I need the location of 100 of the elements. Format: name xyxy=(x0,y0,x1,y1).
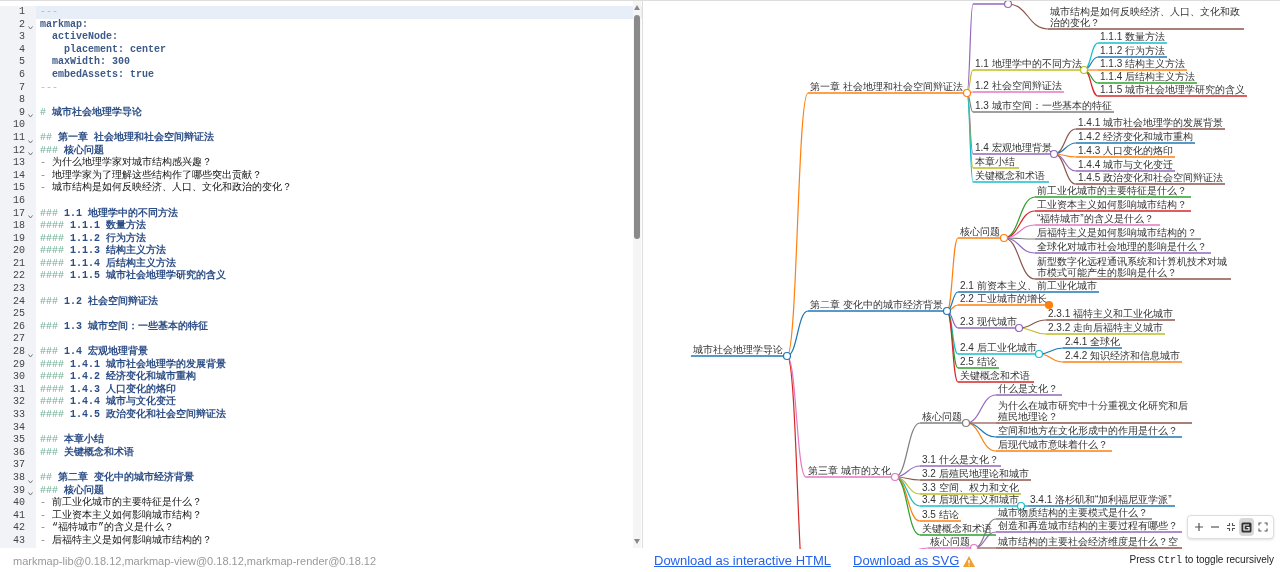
line-number: 42 xyxy=(12,522,25,535)
line-number: 25 xyxy=(12,308,25,321)
map-node[interactable]: 2.2 工业城市的增长 xyxy=(960,293,1047,304)
line-number: 26 xyxy=(12,320,25,334)
map-node[interactable]: 城市物质结构的主要模式是什么？ xyxy=(998,507,1148,518)
line-number: 9 xyxy=(18,106,25,120)
code-line: #### 1.1.3 结构主义方法 xyxy=(40,245,167,257)
map-node[interactable]: “福特城市”的含义是什么？ xyxy=(1037,213,1154,224)
code-line: - 后福特主义是如何影响城市结构的？ xyxy=(40,534,212,546)
line-number: 10 xyxy=(12,119,25,132)
map-node[interactable]: 全球化对城市社会地理的影响是什么？ xyxy=(1037,241,1207,252)
map-node[interactable]: 本章小结 xyxy=(975,156,1015,167)
code-line: activeNode: xyxy=(51,31,118,43)
map-node[interactable]: 第二章 变化中的城市经济背景 xyxy=(810,299,943,310)
map-node[interactable]: 1.4.3 人口变化的烙印 xyxy=(1078,145,1174,156)
code-line: - 前工业化城市的主要特征是什么？ xyxy=(40,497,202,509)
map-node[interactable]: 核心问题 xyxy=(960,226,1000,237)
code-line: ## 第二章 变化中的城市经济背景 xyxy=(40,471,195,483)
code-line: ### 本章小结 xyxy=(40,434,104,446)
line-number: 18 xyxy=(12,220,25,233)
map-node[interactable]: 第一章 社会地理和社会空间辩证法 xyxy=(810,81,963,92)
map-node[interactable]: 1.1.4 后结构主义方法 xyxy=(1100,71,1196,82)
download-html-link[interactable]: Download as interactive HTML xyxy=(654,553,832,569)
line-number: 39 xyxy=(12,484,25,498)
map-node[interactable]: 1.1.2 行为方法 xyxy=(1100,45,1166,56)
map-node[interactable]: 2.4.2 知识经济和信息城市 xyxy=(1065,350,1181,361)
map-node[interactable]: 什么是文化？ xyxy=(998,383,1058,394)
map-node[interactable]: 1.4 宏观地理背景 xyxy=(975,142,1052,153)
download-svg-link[interactable]: Download as SVG xyxy=(853,553,960,569)
map-node[interactable]: 第三章 城市的文化 xyxy=(808,465,891,476)
map-node[interactable]: 2.1 前资本主义、前工业化城市 xyxy=(960,280,1097,291)
code-line: ### 关键概念和术语 xyxy=(40,446,134,458)
map-node[interactable]: 1.3 城市空间：一些基本的特征 xyxy=(975,100,1112,111)
line-number: 2 xyxy=(18,18,25,32)
line-number: 29 xyxy=(12,358,25,372)
map-node[interactable]: 3.3 空间、权力和文化 xyxy=(922,482,1019,493)
line-number: 32 xyxy=(12,396,25,409)
map-node[interactable]: 空间和地方在文化形成中的作用是什么？ xyxy=(998,425,1178,436)
map-node[interactable]: 2.4 后工业化城市 xyxy=(960,342,1037,353)
line-number: 24 xyxy=(12,295,25,309)
version-text: markmap-lib@0.18.12,markmap-view@0.18.12,markmap-render@0.18.12 xyxy=(13,555,377,567)
code-line: - 为什么地理学家对城市结构感兴趣？ xyxy=(40,157,212,169)
code-line: - “福特城市”的含义是什么？ xyxy=(40,522,175,534)
map-node[interactable]: 2.3 现代城市 xyxy=(960,316,1017,327)
code-line: # 城市社会地理学导论 xyxy=(40,106,142,118)
map-node[interactable]: 1.4.1 城市社会地理学的发展背景 xyxy=(1078,117,1224,128)
map-node[interactable]: 1.1 地理学中的不同方法 xyxy=(975,58,1082,69)
map-node[interactable]: 关键概念和术语 xyxy=(960,370,1030,381)
line-number: 11 xyxy=(12,131,25,145)
map-node[interactable]: 3.4.1 洛杉矶和“加利福尼亚学派” xyxy=(1030,494,1172,505)
map-node[interactable]: 新型数字化远程通讯系统和计算机技术对城市模式可能产生的影响是什么？ xyxy=(1037,256,1227,278)
code-line: #### 1.4.2 经济变化和城市重构 xyxy=(40,371,197,383)
map-node[interactable]: 1.1.1 数量方法 xyxy=(1100,31,1166,42)
map-node[interactable]: 2.3.1 福特主义和工业化城市 xyxy=(1048,308,1174,319)
line-number: 15 xyxy=(12,182,25,195)
line-number: 38 xyxy=(12,471,25,485)
line-number: 3 xyxy=(18,31,25,44)
line-number: 4 xyxy=(18,43,25,57)
code-line: ### 1.3 城市空间：一些基本的特征 xyxy=(40,320,209,332)
map-node[interactable]: 3.5 结论 xyxy=(922,509,959,520)
line-number: 8 xyxy=(18,94,25,107)
line-number: 6 xyxy=(18,68,25,82)
map-node[interactable]: 1.2 社会空间辩证法 xyxy=(975,80,1062,91)
map-node[interactable]: 城市社会地理学导论 xyxy=(693,344,783,355)
map-node[interactable]: 后福特主义是如何影响城市结构的？ xyxy=(1037,227,1197,238)
line-number: 34 xyxy=(12,421,25,435)
line-number: 43 xyxy=(12,534,25,548)
map-node[interactable]: 3.2 后殖民地理论和城市 xyxy=(922,468,1029,479)
code-line: #### 1.1.5 城市社会地理学研究的含义 xyxy=(40,270,227,282)
line-number: 31 xyxy=(12,383,25,397)
line-number: 20 xyxy=(12,245,25,258)
map-node[interactable]: 2.4.1 全球化 xyxy=(1065,336,1121,347)
map-node[interactable]: 1.4.4 城市与文化变迁 xyxy=(1078,159,1174,170)
map-node[interactable]: 1.1.3 结构主义方法 xyxy=(1100,58,1186,69)
map-node[interactable]: 后现代城市意味着什么？ xyxy=(998,439,1108,450)
map-node[interactable]: 3.1 什么是文化？ xyxy=(922,454,999,465)
map-node[interactable]: 3.4 后现代主义和城市 xyxy=(922,494,1019,505)
map-node[interactable]: 城市结构是如何反映经济、人口、文化和政治的变化？ xyxy=(1050,6,1240,28)
map-node[interactable]: 1.4.2 经济变化和城市重构 xyxy=(1078,131,1194,142)
line-number: 17 xyxy=(12,207,25,221)
map-node[interactable]: 关键概念和术语 xyxy=(922,523,992,534)
line-number: 19 xyxy=(12,232,25,246)
map-node[interactable]: 城市结构的主要社会经济维度是什么？空 xyxy=(998,536,1178,547)
code-line: embedAssets: true xyxy=(51,68,155,80)
code-line: --- xyxy=(40,81,58,93)
map-node[interactable]: 1.1.5 城市社会地理学研究的含义 xyxy=(1100,84,1246,95)
map-node[interactable]: 工业资本主义如何影响城市结构？ xyxy=(1037,199,1187,210)
map-node[interactable]: 2.5 结论 xyxy=(960,356,997,367)
map-node[interactable]: 1.4.5 政治变化和社会空间辩证法 xyxy=(1078,172,1224,183)
line-number: 13 xyxy=(12,157,25,170)
map-node[interactable]: 创造和再造城市结构的主要过程有哪些？ xyxy=(998,520,1178,531)
code-line: #### 1.4.5 政治变化和社会空间辩证法 xyxy=(40,409,227,420)
map-node[interactable]: 核心问题 xyxy=(930,536,970,547)
code-line: ### 1.4 宏观地理背景 xyxy=(40,346,149,358)
map-node[interactable]: 2.3.2 走向后福特主义城市 xyxy=(1048,322,1164,333)
map-node[interactable]: 为什么在城市研究中十分重视文化研究和后殖民地理论？ xyxy=(998,400,1188,422)
map-node[interactable]: 核心问题 xyxy=(922,411,962,422)
map-node[interactable]: 关键概念和术语 xyxy=(975,170,1045,181)
map-node[interactable]: 前工业化城市的主要特征是什么？ xyxy=(1037,185,1187,196)
code-line: - 地理学家为了理解这些结构作了哪些突出贡献？ xyxy=(40,169,262,181)
